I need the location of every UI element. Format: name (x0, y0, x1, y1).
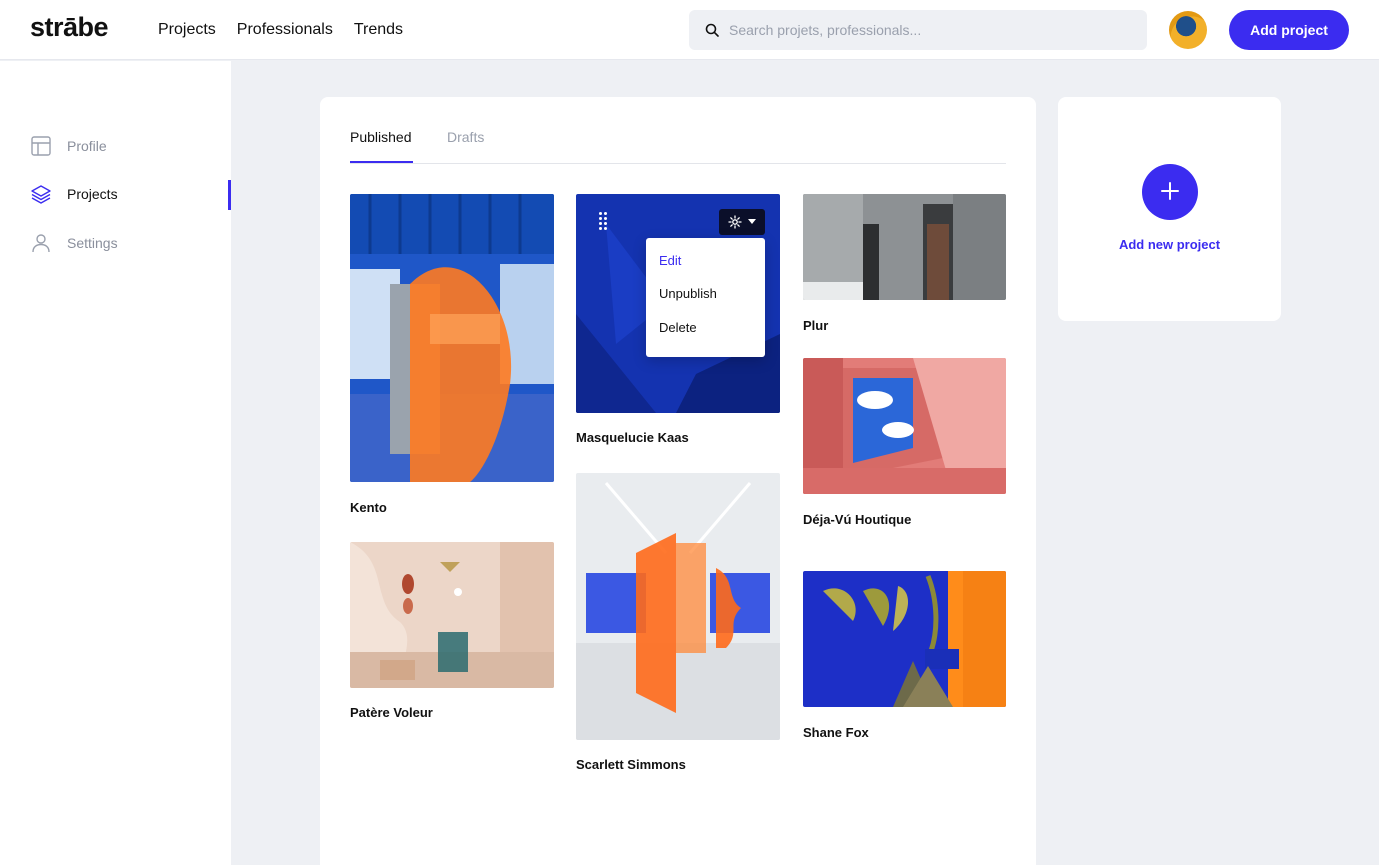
project-thumbnail[interactable] (350, 194, 554, 482)
menu-item-delete[interactable]: Delete (659, 320, 697, 335)
layout-icon (31, 136, 51, 156)
nav-professionals[interactable]: Professionals (237, 21, 333, 39)
sidebar-item-label: Settings (67, 235, 118, 251)
project-settings-button[interactable] (719, 209, 765, 235)
project-title[interactable]: Kento (350, 500, 387, 515)
tab-underline (350, 161, 413, 163)
project-title[interactable]: Plur (803, 318, 828, 333)
project-title[interactable]: Déja-Vú Houtique (803, 512, 911, 527)
sidebar-item-profile[interactable]: Profile (30, 134, 107, 158)
avatar[interactable] (1169, 11, 1207, 49)
main-nav: Projects Professionals Trends (158, 21, 403, 39)
project-title[interactable]: Masquelucie Kaas (576, 430, 689, 445)
tab-published[interactable]: Published (350, 129, 412, 145)
project-title[interactable]: Scarlett Simmons (576, 757, 686, 772)
sidebar-item-settings[interactable]: Settings (30, 231, 118, 255)
search-input[interactable] (729, 10, 1129, 50)
project-image (350, 194, 554, 482)
sidebar-item-projects[interactable]: Projects (30, 182, 118, 206)
add-project-button[interactable]: Add project (1229, 10, 1349, 50)
layers-icon (31, 185, 51, 204)
nav-projects[interactable]: Projects (158, 21, 216, 39)
project-title[interactable]: Patère Voleur (350, 705, 433, 720)
projects-card: Published Drafts Kento Patère Voleur Edi… (320, 97, 1036, 865)
active-indicator (228, 180, 231, 210)
tabs: Published Drafts (350, 129, 1006, 164)
context-menu: Edit Unpublish Delete (646, 238, 765, 357)
project-thumbnail[interactable] (350, 542, 554, 688)
add-new-project-label[interactable]: Add new project (1058, 237, 1281, 252)
sidebar: Profile Projects Settings (0, 61, 231, 865)
menu-item-edit[interactable]: Edit (659, 253, 681, 268)
drag-handle-icon[interactable] (598, 211, 608, 231)
project-image (803, 358, 1006, 494)
search-icon (705, 23, 719, 37)
caret-down-icon (748, 219, 756, 224)
top-header: strābe Projects Professionals Trends Add… (0, 0, 1379, 60)
add-new-project-button[interactable] (1142, 164, 1198, 220)
add-new-project-card: Add new project (1058, 97, 1281, 321)
project-thumbnail[interactable] (576, 473, 780, 740)
nav-trends[interactable]: Trends (354, 21, 403, 39)
project-image (803, 194, 1006, 300)
project-thumbnail[interactable] (803, 571, 1006, 707)
user-icon (32, 234, 50, 253)
sidebar-item-label: Profile (67, 138, 107, 154)
tab-drafts[interactable]: Drafts (447, 129, 484, 145)
project-thumbnail[interactable] (803, 358, 1006, 494)
logo[interactable]: strābe (30, 12, 109, 43)
plus-icon (1161, 181, 1179, 200)
project-image (576, 473, 780, 740)
menu-item-unpublish[interactable]: Unpublish (659, 286, 717, 301)
project-title[interactable]: Shane Fox (803, 725, 869, 740)
sidebar-item-label: Projects (67, 186, 118, 202)
project-image (350, 542, 554, 688)
gear-icon (728, 215, 742, 229)
search-bar (689, 10, 1147, 50)
project-image (803, 571, 1006, 707)
project-thumbnail[interactable] (803, 194, 1006, 300)
